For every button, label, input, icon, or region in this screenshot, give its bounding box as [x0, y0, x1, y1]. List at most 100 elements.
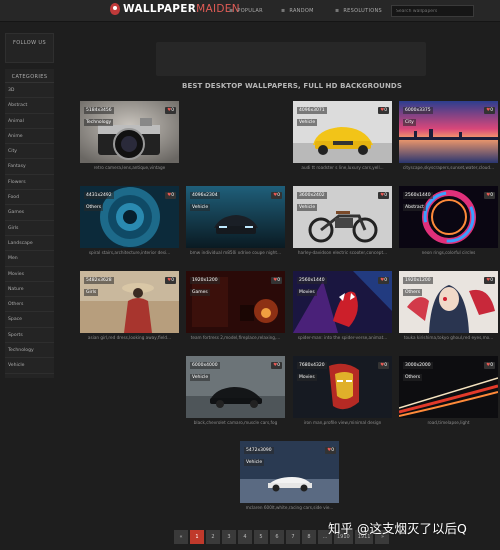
wallpaper-card-mclaren[interactable]: 5472x3090 Vehicle ♥0 mclaren 600lt,white…	[240, 441, 339, 518]
favorites-badge[interactable]: ♥0	[378, 107, 389, 114]
wallpaper-thumbnail[interactable]: 3600x2402 Vehicle ♥0	[293, 186, 392, 248]
wallpaper-caption[interactable]: spider-man: into the spider-verse,animat…	[293, 335, 392, 340]
wallpaper-thumbnail[interactable]: 5482x3628 Girls ♥0	[80, 271, 179, 333]
sidebar-item-anime[interactable]: Anime	[5, 129, 54, 145]
favorites-badge[interactable]: ♥0	[378, 277, 389, 284]
wallpaper-thumbnail[interactable]: 4096x3071 Vehicle ♥0	[293, 101, 392, 163]
nav-random[interactable]: ▪ RANDOM	[281, 7, 314, 14]
wallpaper-thumbnail[interactable]: 5184x3456 Technology ♥0	[80, 101, 179, 163]
favorites-badge[interactable]: ♥0	[271, 362, 282, 369]
wallpaper-caption[interactable]: cityscape,skyscrapers,sunset,water,cloud…	[399, 165, 498, 170]
search-input[interactable]	[391, 5, 474, 17]
pagination-page-6[interactable]: 6	[270, 530, 284, 544]
category-tag[interactable]: Technology	[84, 119, 114, 126]
nav-resolutions[interactable]: ▪ RESOLUTIONS	[335, 7, 382, 14]
pagination-page-3[interactable]: 3	[222, 530, 236, 544]
wallpaper-caption[interactable]: retro camera,lens,antique,vintage	[80, 165, 179, 170]
wallpaper-thumbnail[interactable]: 4096x2304 Vehicle ♥0	[186, 186, 285, 248]
wallpaper-caption[interactable]: team fortress 2,model,fireplace,relaxing…	[186, 335, 285, 340]
sidebar-item-technology[interactable]: Technology	[5, 343, 54, 359]
category-tag[interactable]: Games	[190, 289, 210, 296]
favorites-badge[interactable]: ♥0	[271, 192, 282, 199]
pagination-page-2[interactable]: 2	[206, 530, 220, 544]
wallpaper-card-spiral-stairs[interactable]: 4431x2492 Others ♥0 spiral stairs,archit…	[80, 186, 179, 263]
pagination-page-1[interactable]: 1	[190, 530, 204, 544]
category-tag[interactable]: Vehicle	[190, 204, 211, 211]
wallpaper-card-asian-girl[interactable]: 5482x3628 Girls ♥0 asian girl,red dress,…	[80, 271, 179, 348]
category-tag[interactable]: Abstract	[403, 204, 426, 211]
sidebar-item-girls[interactable]: Girls	[5, 221, 54, 236]
wallpaper-thumbnail[interactable]: 7680x4320 Movies ♥0	[293, 356, 392, 418]
favorites-badge[interactable]: ♥0	[325, 447, 336, 454]
category-tag[interactable]: Others	[403, 289, 423, 296]
wallpaper-thumbnail[interactable]: 1920x1200 Others ♥0	[399, 271, 498, 333]
site-logo[interactable]: WALLPAPERMAIDEN	[110, 3, 240, 15]
pagination-prev[interactable]: «	[174, 530, 188, 544]
wallpaper-card-iron-man[interactable]: 7680x4320 Movies ♥0 iron man,profile vie…	[293, 356, 392, 433]
favorites-badge[interactable]: ♥0	[165, 107, 176, 114]
wallpaper-thumbnail[interactable]: 2560x1440 Abstract ♥0	[399, 186, 498, 248]
wallpaper-caption[interactable]: audi tt roadster s line,luxury cars,yell…	[293, 165, 392, 170]
wallpaper-thumbnail[interactable]: 3000x2000 Others ♥0	[399, 356, 498, 418]
wallpaper-caption[interactable]: neon rings,colorful circles	[399, 250, 498, 255]
wallpaper-card-harley-scooter[interactable]: 3600x2402 Vehicle ♥0 harley-davidson ele…	[293, 186, 392, 263]
sidebar-item-movies[interactable]: Movies	[5, 267, 54, 282]
wallpaper-card-neon-rings[interactable]: 2560x1440 Abstract ♥0 neon rings,colorfu…	[399, 186, 498, 263]
sidebar-item-city[interactable]: City	[5, 144, 54, 160]
category-tag[interactable]: Others	[403, 374, 423, 381]
wallpaper-caption[interactable]: iron man,profile view,minimal design	[293, 420, 392, 425]
category-tag[interactable]: City	[403, 119, 416, 126]
pagination-page-5[interactable]: 5	[254, 530, 268, 544]
favorites-badge[interactable]: ♥0	[484, 192, 495, 199]
sidebar-item-landscape[interactable]: Landscape	[5, 236, 54, 252]
wallpaper-caption[interactable]: black,chevrolet camaro,muscle cars,fog	[186, 420, 285, 425]
wallpaper-card-camaro[interactable]: 6000x4000 Vehicle ♥0 black,chevrolet cam…	[186, 356, 285, 433]
sidebar-item-games[interactable]: Games	[5, 205, 54, 221]
category-tag[interactable]: Vehicle	[244, 459, 265, 466]
wallpaper-thumbnail[interactable]: 4431x2492 Others ♥0	[80, 186, 179, 248]
wallpaper-caption[interactable]: bmw individual m850i xdrive coupe night.…	[186, 250, 285, 255]
wallpaper-card-road-timelapse[interactable]: 3000x2000 Others ♥0 road,timelapse,light	[399, 356, 498, 433]
wallpaper-card-spider-man[interactable]: 2560x1440 Movies ♥0 spider-man: into the…	[293, 271, 392, 348]
category-tag[interactable]: Vehicle	[297, 119, 318, 126]
sidebar-item-men[interactable]: Men	[5, 251, 54, 267]
category-tag[interactable]: Movies	[297, 374, 317, 381]
wallpaper-card-touka[interactable]: 1920x1200 Others ♥0 touka kirishima,toky…	[399, 271, 498, 348]
wallpaper-caption[interactable]: spiral stairs,architecture,interior desi…	[80, 250, 179, 255]
wallpaper-thumbnail[interactable]: 6000x4000 Vehicle ♥0	[186, 356, 285, 418]
pagination-page-7[interactable]: 7	[286, 530, 300, 544]
category-tag[interactable]: Girls	[84, 289, 99, 296]
category-tag[interactable]: Vehicle	[190, 374, 211, 381]
wallpaper-card-team-fortress[interactable]: 1920x1200 Games ♥0 team fortress 2,model…	[186, 271, 285, 348]
wallpaper-card-audi-tt[interactable]: 4096x3071 Vehicle ♥0 audi tt roadster s …	[293, 101, 392, 178]
pagination-page-8[interactable]: 8	[302, 530, 316, 544]
sidebar-item-flowers[interactable]: Flowers	[5, 175, 54, 191]
category-tag[interactable]: Movies	[297, 289, 317, 296]
sidebar-item-fantasy[interactable]: Fantasy	[5, 159, 54, 175]
category-tag[interactable]: Vehicle	[297, 204, 318, 211]
sidebar-item-space[interactable]: Space	[5, 312, 54, 328]
wallpaper-card-retro-camera[interactable]: 5184x3456 Technology ♥0 retro camera,len…	[80, 101, 179, 178]
favorites-badge[interactable]: ♥0	[165, 192, 176, 199]
wallpaper-caption[interactable]: harley-davidson electric scooter,concept…	[293, 250, 392, 255]
wallpaper-caption[interactable]: mclaren 600lt,white,racing cars,side vie…	[240, 505, 339, 510]
category-tag[interactable]: Others	[84, 204, 104, 211]
favorites-badge[interactable]: ♥0	[271, 277, 282, 284]
sidebar-item-others[interactable]: Others	[5, 297, 54, 313]
wallpaper-thumbnail[interactable]: 2560x1440 Movies ♥0	[293, 271, 392, 333]
pagination-page-4[interactable]: 4	[238, 530, 252, 544]
sidebar-item-abstract[interactable]: Abstract	[5, 98, 54, 114]
wallpaper-thumbnail[interactable]: 6000x3375 City ♥0	[399, 101, 498, 163]
favorites-badge[interactable]: ♥0	[378, 192, 389, 199]
favorites-badge[interactable]: ♥0	[484, 362, 495, 369]
wallpaper-caption[interactable]: road,timelapse,light	[399, 420, 498, 425]
wallpaper-caption[interactable]: touka kirishima,tokyo ghoul,red eyes,mo.…	[399, 335, 498, 340]
wallpaper-thumbnail[interactable]: 1920x1200 Games ♥0	[186, 271, 285, 333]
wallpaper-card-cityscape[interactable]: 6000x3375 City ♥0 cityscape,skyscrapers,…	[399, 101, 498, 178]
favorites-badge[interactable]: ♥0	[484, 277, 495, 284]
favorites-badge[interactable]: ♥0	[165, 277, 176, 284]
sidebar-item-food[interactable]: Food	[5, 190, 54, 206]
sidebar-item-vehicle[interactable]: Vehicle	[5, 358, 54, 374]
wallpaper-thumbnail[interactable]: 5472x3090 Vehicle ♥0	[240, 441, 339, 503]
sidebar-item-animal[interactable]: Animal	[5, 114, 54, 129]
